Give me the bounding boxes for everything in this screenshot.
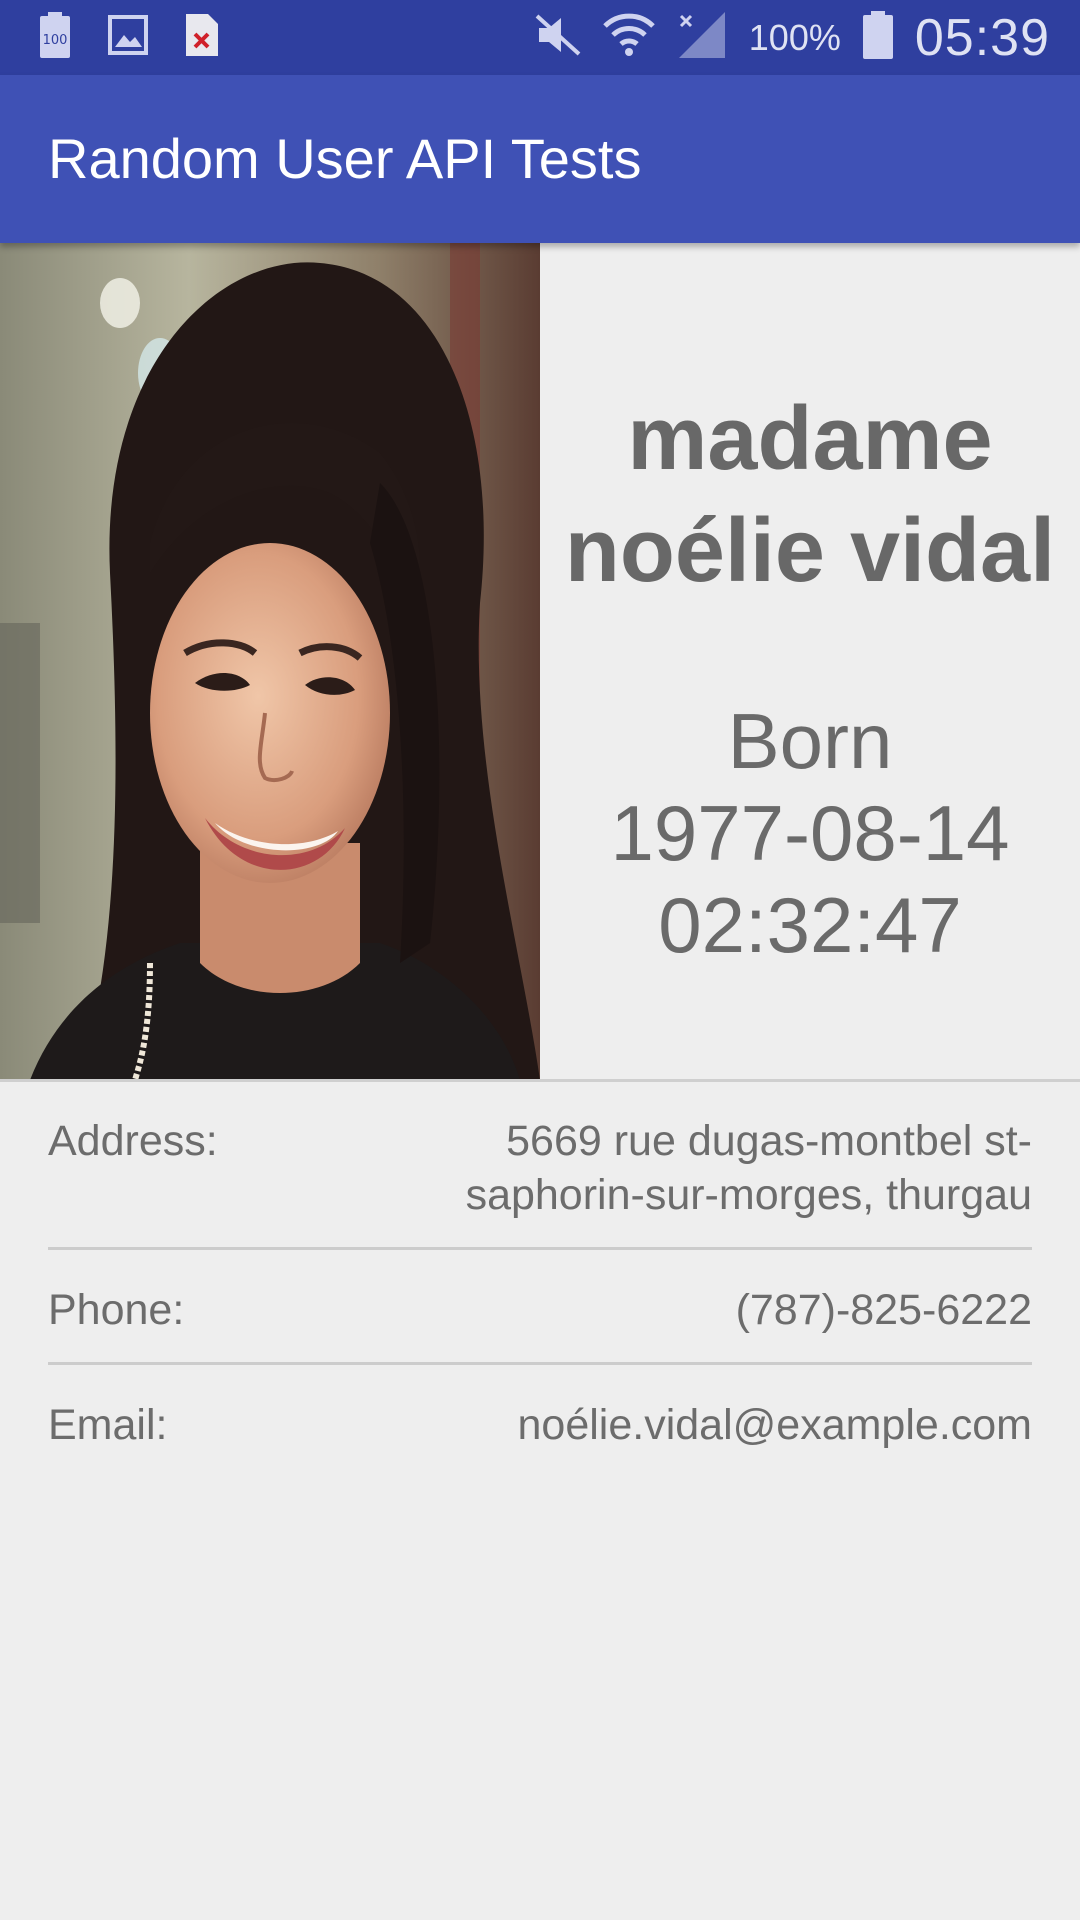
- battery-percent: 100%: [748, 16, 841, 58]
- name-title: madame: [627, 389, 993, 489]
- phone-label: Phone:: [48, 1286, 185, 1334]
- profile-summary: madame noélie vidal Born 1977-08-14 02:3…: [540, 243, 1080, 1080]
- notification-icons: 100: [40, 0, 218, 75]
- wifi-icon: [603, 10, 655, 65]
- born-time: 02:32:47: [658, 881, 962, 969]
- battery-100-notification-icon: 100: [40, 12, 70, 63]
- svg-text:100: 100: [43, 33, 68, 48]
- status-bar: 100 100% 05:39: [0, 0, 1080, 75]
- address-label: Address:: [48, 1117, 218, 1165]
- address-row: Address: 5669 rue dugas-montbel st-sapho…: [48, 1082, 1032, 1247]
- profile-photo: [0, 243, 540, 1080]
- email-row: Email: noélie.vidal@example.com: [48, 1365, 1032, 1485]
- person-name: madame noélie vidal: [540, 383, 1080, 607]
- clock: 05:39: [914, 8, 1050, 67]
- address-value: 5669 rue dugas-montbel st-saphorin-sur-m…: [465, 1117, 1032, 1219]
- cell-signal-icon: [677, 10, 727, 65]
- app-title: Random User API Tests: [48, 127, 642, 190]
- image-notification-icon: [108, 15, 148, 60]
- email-label: Email:: [48, 1401, 168, 1449]
- birth-info: Born 1977-08-14 02:32:47: [540, 695, 1080, 971]
- phone-value: (787)-825-6222: [735, 1286, 1032, 1334]
- app-bar: Random User API Tests: [0, 75, 1080, 243]
- email-value: noélie.vidal@example.com: [517, 1401, 1032, 1449]
- born-label: Born: [727, 697, 893, 785]
- vibrate-mute-icon: [535, 14, 581, 61]
- contact-details: Address: 5669 rue dugas-montbel st-sapho…: [48, 1082, 1032, 1485]
- error-file-notification-icon: [186, 14, 218, 61]
- profile-header: madame noélie vidal Born 1977-08-14 02:3…: [0, 243, 1080, 1080]
- battery-icon: [862, 11, 893, 64]
- name-full: noélie vidal: [564, 501, 1056, 601]
- phone-row: Phone: (787)-825-6222: [48, 1250, 1032, 1362]
- born-date: 1977-08-14: [610, 789, 1010, 877]
- system-icons: 100% 05:39: [535, 0, 1050, 75]
